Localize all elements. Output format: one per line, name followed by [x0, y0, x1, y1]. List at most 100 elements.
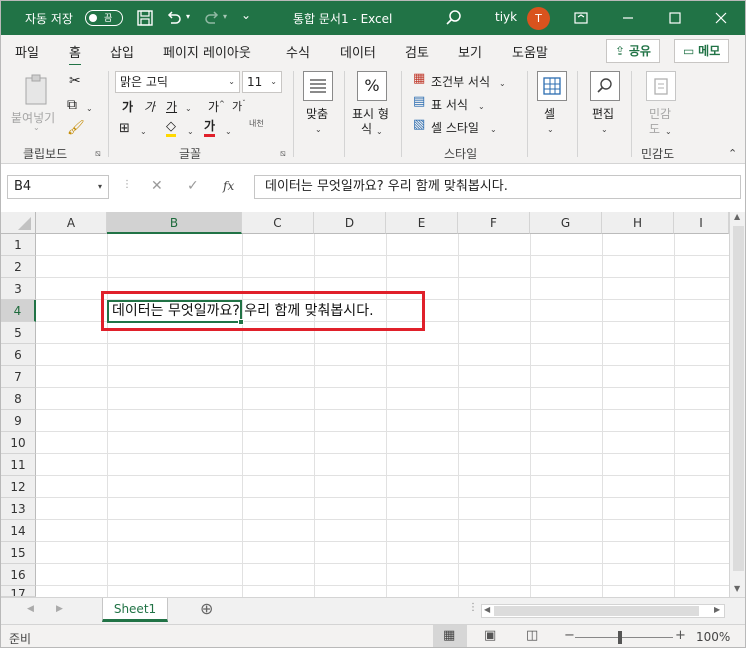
row-header-1[interactable]: 1 — [1, 234, 36, 256]
font-color-button[interactable]: 가 — [204, 119, 216, 137]
conditional-formatting-dropdown-icon[interactable]: ⌄ — [499, 75, 506, 89]
column-header-a[interactable]: A — [36, 212, 107, 234]
row-header-6[interactable]: 6 — [1, 344, 36, 366]
sensitivity-dropdown-icon[interactable]: ⌄ — [665, 123, 672, 137]
collapse-ribbon-icon[interactable]: ⌃ — [728, 147, 737, 160]
sensitivity-icon[interactable] — [646, 71, 676, 101]
row-header-14[interactable]: 14 — [1, 520, 36, 542]
italic-button[interactable]: 가 — [144, 98, 155, 115]
row-header-5[interactable]: 5 — [1, 322, 36, 344]
tab-help[interactable]: 도움말 — [512, 42, 548, 61]
page-break-preview-icon[interactable]: ◫ — [526, 628, 538, 643]
column-header-b[interactable]: B — [107, 212, 242, 234]
column-header-c[interactable]: C — [242, 212, 314, 234]
close-icon[interactable] — [712, 9, 730, 27]
horizontal-scrollbar-thumb[interactable] — [494, 606, 699, 616]
editing-dropdown-icon[interactable]: ⌄ — [601, 121, 608, 135]
tab-insert[interactable]: 삽입 — [110, 42, 134, 61]
insert-function-icon[interactable]: fx — [223, 179, 234, 193]
scroll-right-icon[interactable]: ▶ — [714, 605, 720, 614]
font-name-dropdown[interactable]: 맑은 고딕 ⌄ — [115, 71, 240, 93]
formula-input[interactable]: 데이터는 무엇일까요? 우리 함께 맞춰봅시다. — [254, 175, 741, 199]
customize-toolbar-icon[interactable]: ⌄ — [241, 8, 251, 22]
borders-icon[interactable]: ⊞ — [119, 121, 130, 136]
row-header-4[interactable]: 4 — [1, 300, 36, 322]
row-header-13[interactable]: 13 — [1, 498, 36, 520]
column-header-f[interactable]: F — [458, 212, 530, 234]
tab-file[interactable]: 파일 — [15, 42, 39, 61]
scroll-down-icon[interactable]: ▼ — [734, 584, 740, 593]
zoom-in-icon[interactable]: + — [675, 628, 686, 643]
zoom-out-icon[interactable]: − — [564, 628, 575, 643]
redo-dropdown-icon[interactable]: ▾ — [223, 12, 227, 21]
tab-data[interactable]: 데이터 — [340, 42, 376, 61]
tab-review[interactable]: 검토 — [405, 42, 429, 61]
format-as-table-icon[interactable]: ▤ — [413, 94, 425, 109]
editing-button[interactable]: 편집 — [592, 105, 614, 122]
column-header-g[interactable]: G — [530, 212, 602, 234]
next-sheet-icon[interactable]: ▶ — [56, 604, 63, 614]
formula-bar-grip-icon[interactable]: ⋮ — [122, 179, 132, 190]
page-layout-view-icon[interactable]: ▣ — [484, 628, 496, 643]
copy-dropdown-icon[interactable]: ⌄ — [86, 100, 93, 114]
column-header-h[interactable]: H — [602, 212, 674, 234]
cell-styles-button[interactable]: 셀 스타일 — [431, 119, 479, 136]
worksheet-grid[interactable]: A B C D E F G H I 1 2 3 4 5 6 7 8 9 10 1… — [1, 212, 745, 597]
cells-dropdown-icon[interactable]: ⌄ — [547, 121, 554, 135]
row-header-2[interactable]: 2 — [1, 256, 36, 278]
enter-icon[interactable]: ✓ — [187, 178, 199, 194]
undo-icon[interactable] — [165, 9, 183, 27]
zoom-slider[interactable] — [575, 637, 673, 638]
alignment-icon[interactable] — [303, 71, 333, 101]
maximize-icon[interactable] — [666, 9, 684, 27]
prev-sheet-icon[interactable]: ◀ — [27, 604, 34, 614]
row-header-12[interactable]: 12 — [1, 476, 36, 498]
column-header-i[interactable]: I — [674, 212, 729, 234]
name-box[interactable]: B4 ▾ — [7, 175, 109, 199]
scroll-up-icon[interactable]: ▲ — [734, 212, 740, 221]
format-as-table-dropdown-icon[interactable]: ⌄ — [478, 98, 485, 112]
row-header-7[interactable]: 7 — [1, 366, 36, 388]
underline-dropdown-icon[interactable]: ⌄ — [185, 100, 192, 114]
save-icon[interactable] — [136, 9, 154, 27]
minimize-icon[interactable] — [619, 9, 637, 27]
select-all-corner[interactable] — [1, 212, 36, 234]
redo-icon[interactable] — [203, 9, 221, 27]
tab-page-layout[interactable]: 페이지 레이아웃 — [163, 42, 251, 61]
clipboard-launcher-icon[interactable]: ⧅ — [95, 149, 101, 159]
underline-button[interactable]: 가 — [166, 98, 177, 115]
number-format-dropdown-icon[interactable]: ⌄ — [376, 123, 383, 137]
font-launcher-icon[interactable]: ⧅ — [280, 149, 286, 159]
row-header-8[interactable]: 8 — [1, 388, 36, 410]
paste-dropdown-icon[interactable]: ⌄ — [33, 123, 40, 132]
cell-styles-dropdown-icon[interactable]: ⌄ — [490, 121, 497, 135]
scrollbar-thumb[interactable] — [733, 226, 744, 571]
format-painter-icon[interactable]: 🖌 — [67, 120, 85, 136]
alignment-button[interactable]: 맞춤 — [306, 105, 328, 122]
alignment-dropdown-icon[interactable]: ⌄ — [315, 121, 322, 135]
cancel-icon[interactable]: ✕ — [151, 178, 163, 194]
tab-split-handle[interactable]: ⋮ — [468, 602, 478, 613]
phonetic-guide-button[interactable]: 내천 — [249, 118, 264, 129]
tab-view[interactable]: 보기 — [458, 42, 482, 61]
column-header-e[interactable]: E — [386, 212, 458, 234]
share-button[interactable]: ⇪ 공유 — [606, 39, 660, 63]
copy-icon[interactable]: ⧉ — [67, 97, 77, 113]
row-header-11[interactable]: 11 — [1, 454, 36, 476]
bold-button[interactable]: 가 — [122, 98, 133, 115]
cut-icon[interactable]: ✂ — [69, 73, 81, 89]
font-color-dropdown-icon[interactable]: ⌄ — [225, 123, 232, 137]
zoom-slider-thumb[interactable] — [618, 631, 622, 644]
shrink-font-button[interactable]: 가ˇ — [232, 98, 246, 114]
add-sheet-icon[interactable]: ⊕ — [200, 599, 213, 618]
autosave-toggle[interactable]: 끔 — [85, 10, 123, 26]
user-name[interactable]: tiyk — [495, 10, 517, 24]
format-as-table-button[interactable]: 표 서식 — [431, 96, 468, 113]
row-header-9[interactable]: 9 — [1, 410, 36, 432]
scroll-left-icon[interactable]: ◀ — [484, 605, 490, 614]
number-format-icon[interactable]: % — [357, 71, 387, 101]
comments-button[interactable]: ▭ 메모 — [674, 39, 730, 63]
row-header-17[interactable]: 17 — [1, 586, 36, 597]
cells-button[interactable]: 셀 — [544, 105, 555, 122]
normal-view-button[interactable]: ▦ — [433, 625, 467, 647]
